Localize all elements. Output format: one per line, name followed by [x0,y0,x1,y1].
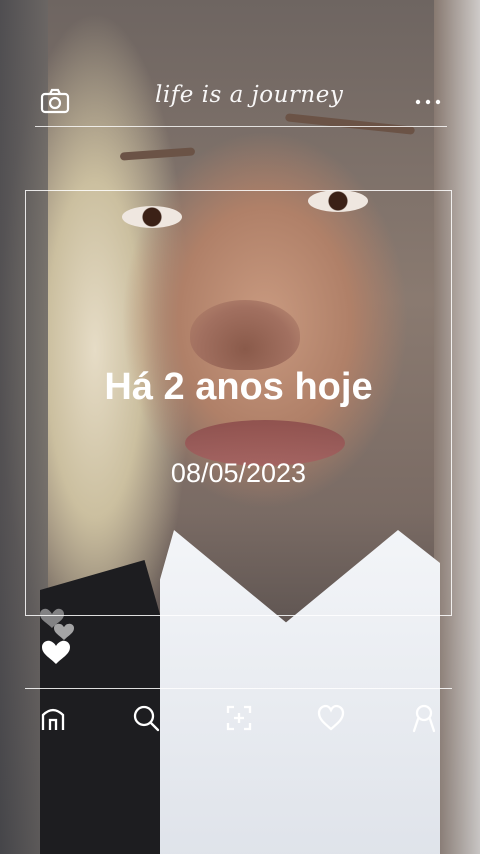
bottom-nav [25,696,452,740]
more-dots-icon[interactable] [414,90,442,110]
nav-add[interactable] [217,696,261,740]
header-divider [35,126,447,127]
search-icon [133,705,159,732]
profile-icon [412,704,436,733]
add-icon [226,705,251,731]
nav-home[interactable] [31,696,75,740]
memory-title: Há 2 anos hoje [104,366,373,408]
memory-date: 08/05/2023 [170,458,307,488]
nav-divider [25,688,452,689]
nav-search[interactable] [124,696,168,740]
hearts-icon[interactable] [36,606,80,668]
nav-likes[interactable] [309,696,353,740]
camera-icon[interactable] [40,88,70,114]
heart-icon [318,704,345,731]
nav-profile[interactable] [402,696,446,740]
tagline: life is a journey [155,82,344,108]
home-icon [41,708,65,730]
story-overlay: life is a journey Há 2 anos hoje 08/05/2… [0,0,480,854]
